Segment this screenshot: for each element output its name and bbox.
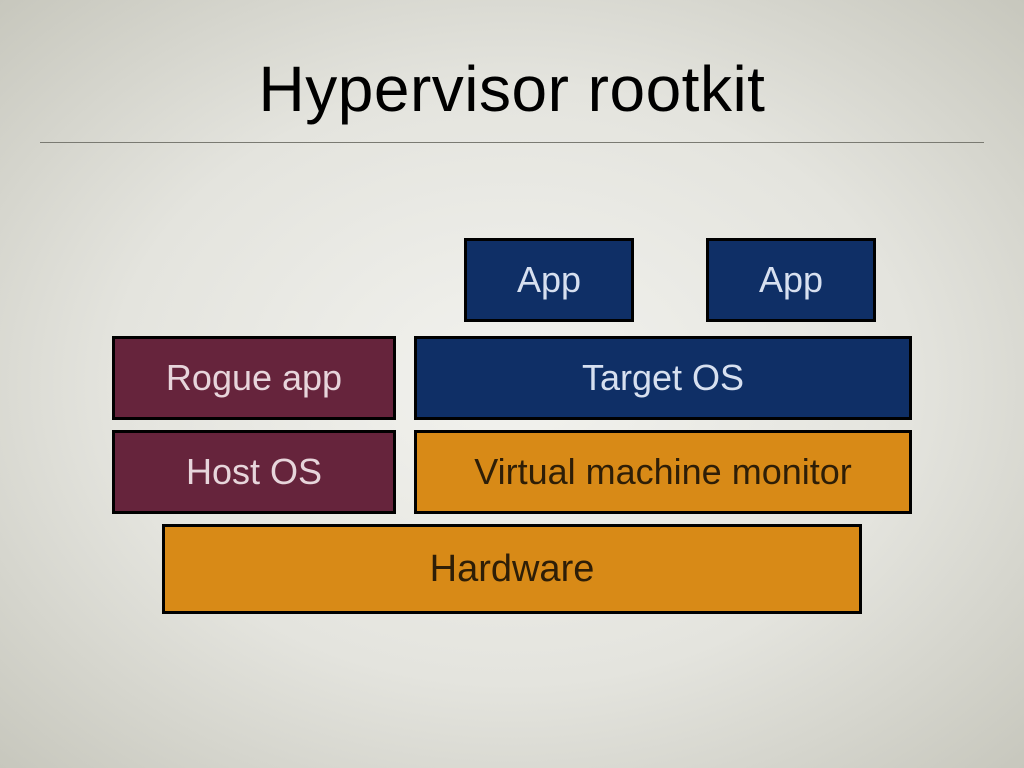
spacer <box>652 238 688 326</box>
box-target-os: Target OS <box>414 336 912 420</box>
box-app-2: App <box>706 238 876 322</box>
architecture-diagram: App App Rogue app Target OS Host OS Virt… <box>112 238 912 624</box>
box-app-1: App <box>464 238 634 322</box>
spacer <box>112 238 412 326</box>
row-host-vmm: Host OS Virtual machine monitor <box>112 430 912 514</box>
title-divider <box>40 142 984 143</box>
row-hardware: Hardware <box>112 524 912 614</box>
box-hardware: Hardware <box>162 524 862 614</box>
slide-title: Hypervisor rootkit <box>0 52 1024 126</box>
row-os: Rogue app Target OS <box>112 336 912 420</box>
box-rogue-app: Rogue app <box>112 336 396 420</box>
box-vmm: Virtual machine monitor <box>414 430 912 514</box>
box-host-os: Host OS <box>112 430 396 514</box>
spacer <box>430 238 446 326</box>
row-apps: App App <box>112 238 912 326</box>
